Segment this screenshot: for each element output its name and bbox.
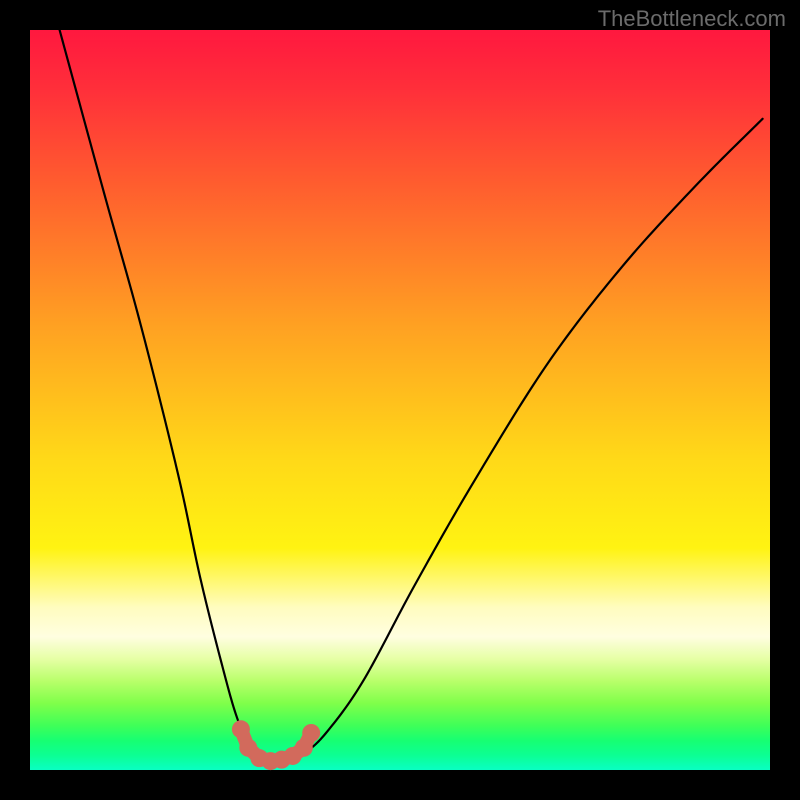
watermark-text: TheBottleneck.com <box>598 6 786 32</box>
chart-frame: TheBottleneck.com <box>0 0 800 800</box>
chart-gradient-background <box>30 30 770 770</box>
